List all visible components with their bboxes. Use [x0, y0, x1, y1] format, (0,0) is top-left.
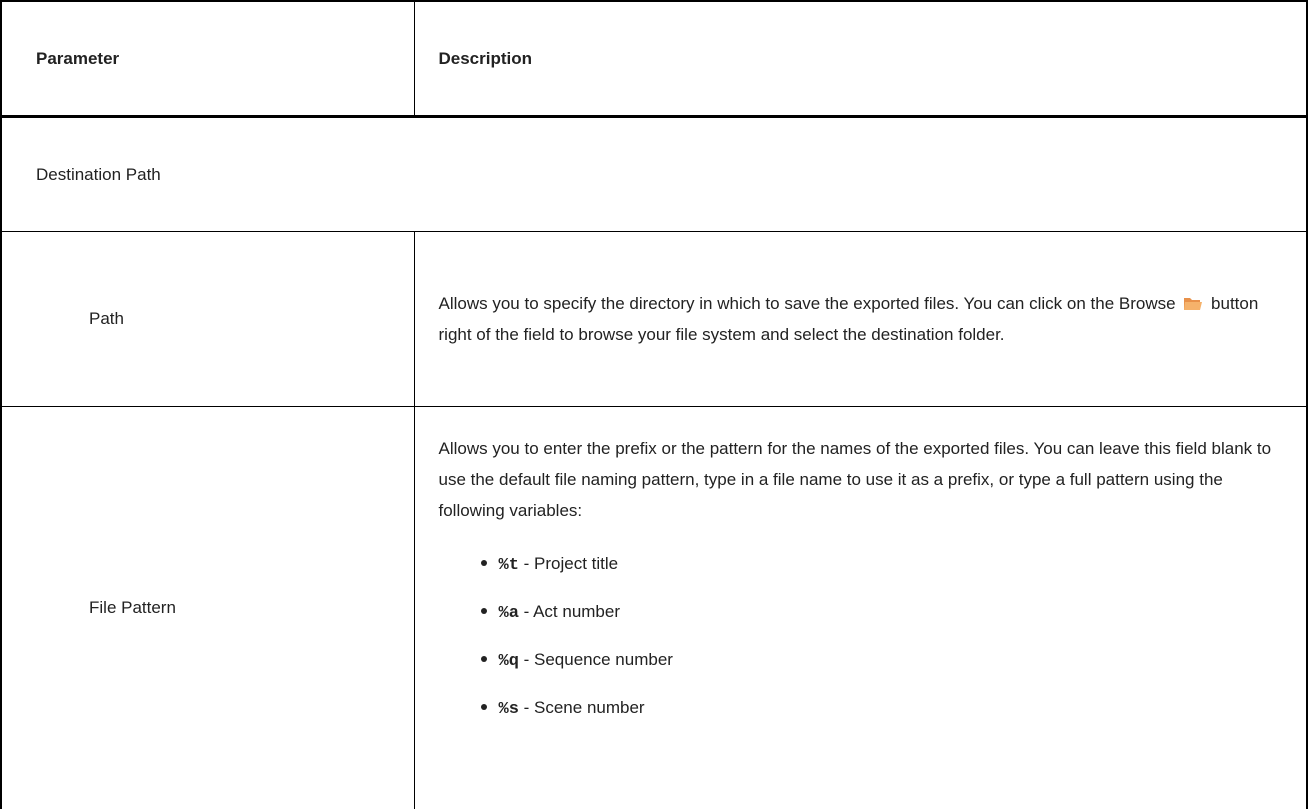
variable-text: - Scene number — [519, 698, 645, 717]
list-item: %q - Sequence number — [481, 636, 1283, 684]
table-row: Path Allows you to specify the directory… — [1, 232, 1307, 407]
bullet-icon — [481, 704, 487, 710]
bullet-icon — [481, 608, 487, 614]
table-header-row: Parameter Description — [1, 1, 1307, 117]
variable-list: %t - Project title %a - Act number %q - … — [439, 540, 1283, 732]
bullet-icon — [481, 656, 487, 662]
param-path: Path — [1, 232, 414, 407]
table-row: File Pattern Allows you to enter the pre… — [1, 407, 1307, 809]
bullet-icon — [481, 560, 487, 566]
variable-code: %t — [499, 556, 519, 575]
section-title-destination-path: Destination Path — [1, 117, 1307, 232]
variable-text: - Act number — [519, 602, 620, 621]
variable-text: - Sequence number — [519, 650, 673, 669]
variable-code: %s — [499, 700, 519, 719]
list-item: %a - Act number — [481, 588, 1283, 636]
header-parameter: Parameter — [1, 1, 414, 117]
variable-code: %a — [499, 604, 519, 623]
desc-file-pattern-text: Allows you to enter the prefix or the pa… — [439, 433, 1283, 526]
desc-file-pattern: Allows you to enter the prefix or the pa… — [414, 407, 1307, 809]
desc-path: Allows you to specify the directory in w… — [414, 232, 1307, 407]
section-row: Destination Path — [1, 117, 1307, 232]
parameter-table: Parameter Description Destination Path P… — [0, 0, 1308, 809]
param-file-pattern: File Pattern — [1, 407, 414, 809]
list-item: %t - Project title — [481, 540, 1283, 588]
list-item: %s - Scene number — [481, 684, 1283, 732]
variable-text: - Project title — [519, 554, 618, 573]
folder-icon — [1183, 291, 1203, 308]
variable-code: %q — [499, 652, 519, 671]
desc-path-text-before: Allows you to specify the directory in w… — [439, 294, 1176, 313]
header-description: Description — [414, 1, 1307, 117]
